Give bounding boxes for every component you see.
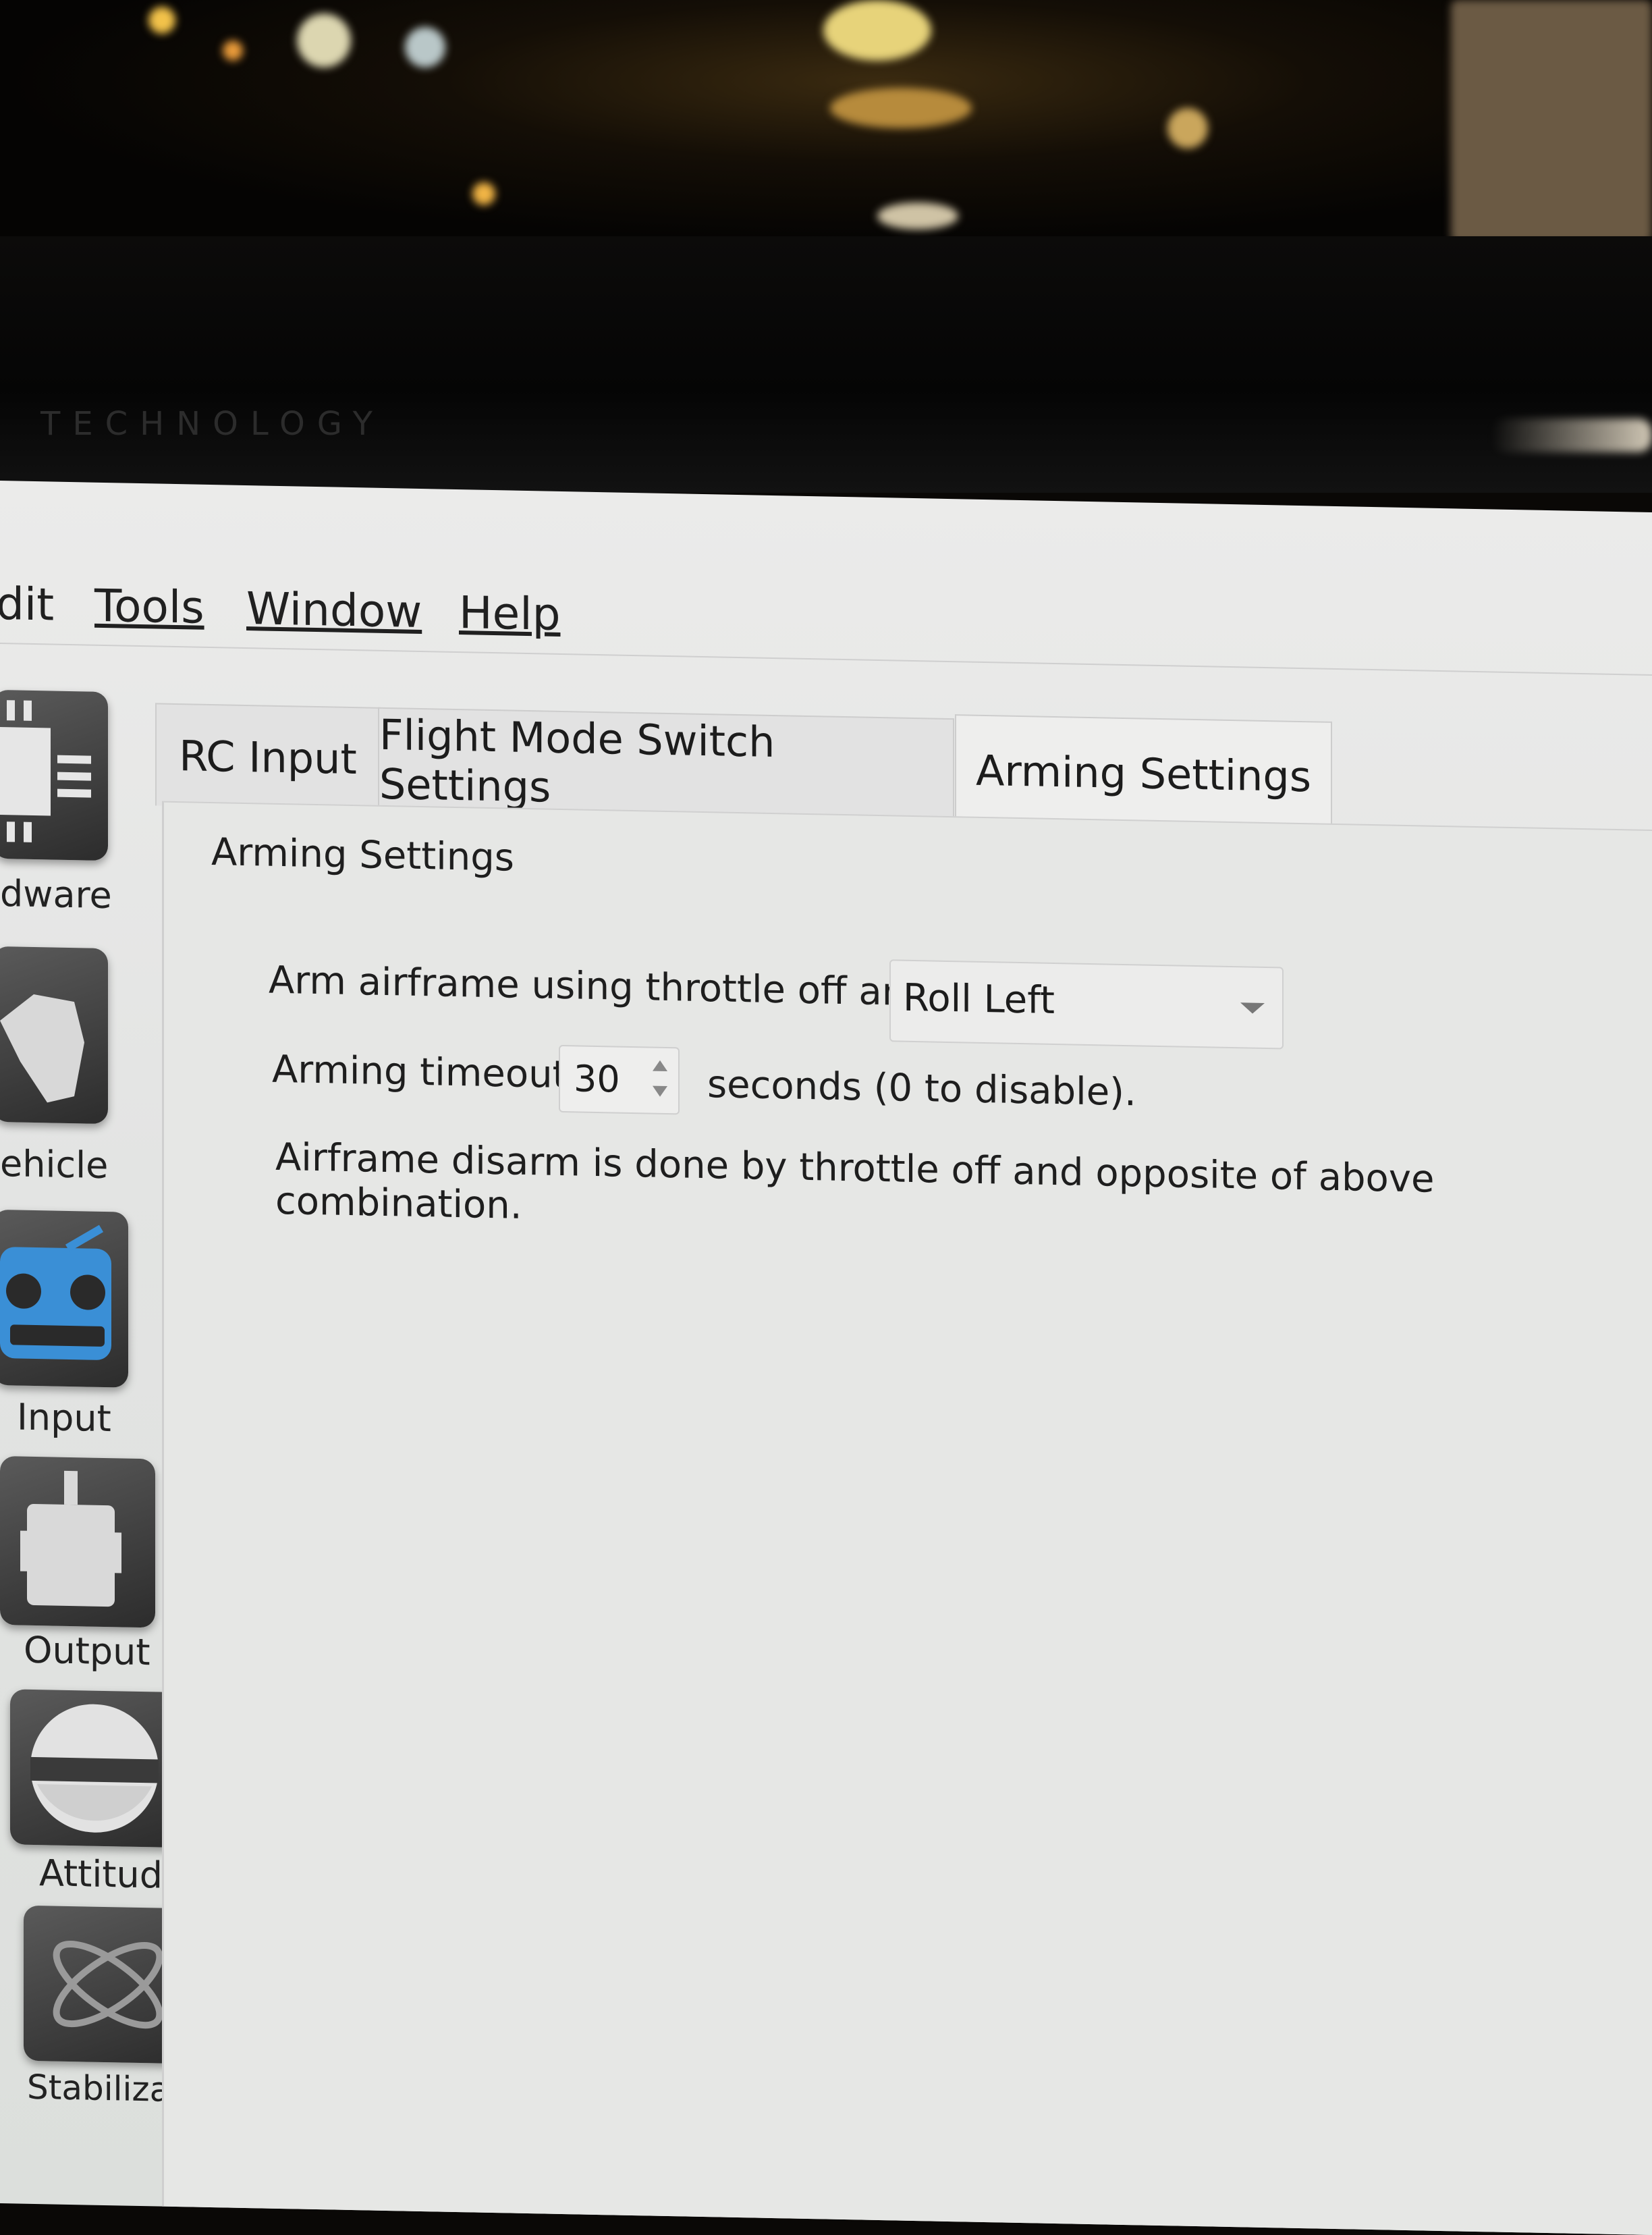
sidebar-item-input[interactable] — [0, 1209, 128, 1388]
menu-window[interactable]: Window — [246, 583, 422, 638]
bokeh-light — [877, 203, 958, 230]
tab-rc-input[interactable]: RC Input — [155, 703, 381, 810]
sidebar-item-hardware[interactable] — [0, 689, 108, 861]
bokeh-light — [223, 41, 243, 61]
background-wall — [1451, 0, 1652, 243]
sidebar-item-label: Output — [24, 1628, 150, 1674]
chevron-down-icon — [1240, 1002, 1265, 1014]
spin-up-icon[interactable] — [653, 1060, 667, 1071]
sidebar-item-label: ehicle — [0, 1142, 109, 1187]
tab-flight-mode-switch-settings[interactable]: Flight Mode Switch Settings — [378, 707, 954, 822]
menu-edit[interactable]: dit — [0, 578, 54, 631]
arm-combination-select[interactable]: Roll Left — [889, 959, 1284, 1050]
spin-down-icon[interactable] — [653, 1085, 667, 1097]
hardware-chip-icon — [0, 700, 91, 842]
sidebar-item-attitude[interactable] — [10, 1689, 179, 1848]
bokeh-light — [148, 7, 175, 34]
background-city-lights — [0, 0, 1652, 243]
monitor-brand: TECHNOLOGY — [40, 405, 385, 443]
arming-timeout-spinbox[interactable]: 30 — [559, 1044, 680, 1115]
disarm-note: Airframe disarm is done by throttle off … — [275, 1135, 1435, 1228]
bezel-glare — [1491, 419, 1652, 452]
arming-settings-panel: Arming Settings Arm airframe using throt… — [162, 801, 1652, 2235]
rc-transmitter-icon — [0, 1224, 111, 1360]
arm-combination-value: Roll Left — [903, 975, 1055, 1023]
tab-arming-settings[interactable]: Arming Settings — [955, 714, 1332, 831]
bokeh-light — [830, 88, 972, 128]
sidebar-item-output[interactable] — [0, 1456, 155, 1628]
bokeh-light — [1167, 108, 1208, 149]
sidebar-item-label: dware — [0, 872, 112, 917]
vehicle-icon — [0, 994, 84, 1103]
bokeh-light — [823, 0, 931, 61]
motor-output-icon — [20, 1470, 121, 1607]
bokeh-light — [405, 27, 445, 68]
sidebar-item-label: Input — [17, 1395, 111, 1440]
bokeh-light — [297, 14, 351, 68]
arming-timeout-suffix: seconds (0 to disable). — [707, 1062, 1136, 1115]
app-window: dit Tools Window Help dware ehicle Input… — [0, 481, 1652, 2235]
monitor-bezel — [0, 236, 1652, 493]
attitude-horizon-icon — [30, 1704, 159, 1833]
arming-timeout-label: Arming timeout: — [272, 1047, 580, 1098]
bokeh-light — [472, 182, 495, 205]
arming-timeout-value: 30 — [574, 1057, 620, 1101]
menu-tools[interactable]: Tools — [94, 580, 204, 634]
menu-help[interactable]: Help — [459, 587, 560, 641]
sidebar-item-vehicle[interactable] — [0, 946, 108, 1125]
arm-combination-label: Arm airframe using throttle off and: — [269, 958, 943, 1015]
menu-bar: dit Tools Window Help — [0, 568, 1652, 676]
group-title: Arming Settings — [211, 830, 514, 880]
